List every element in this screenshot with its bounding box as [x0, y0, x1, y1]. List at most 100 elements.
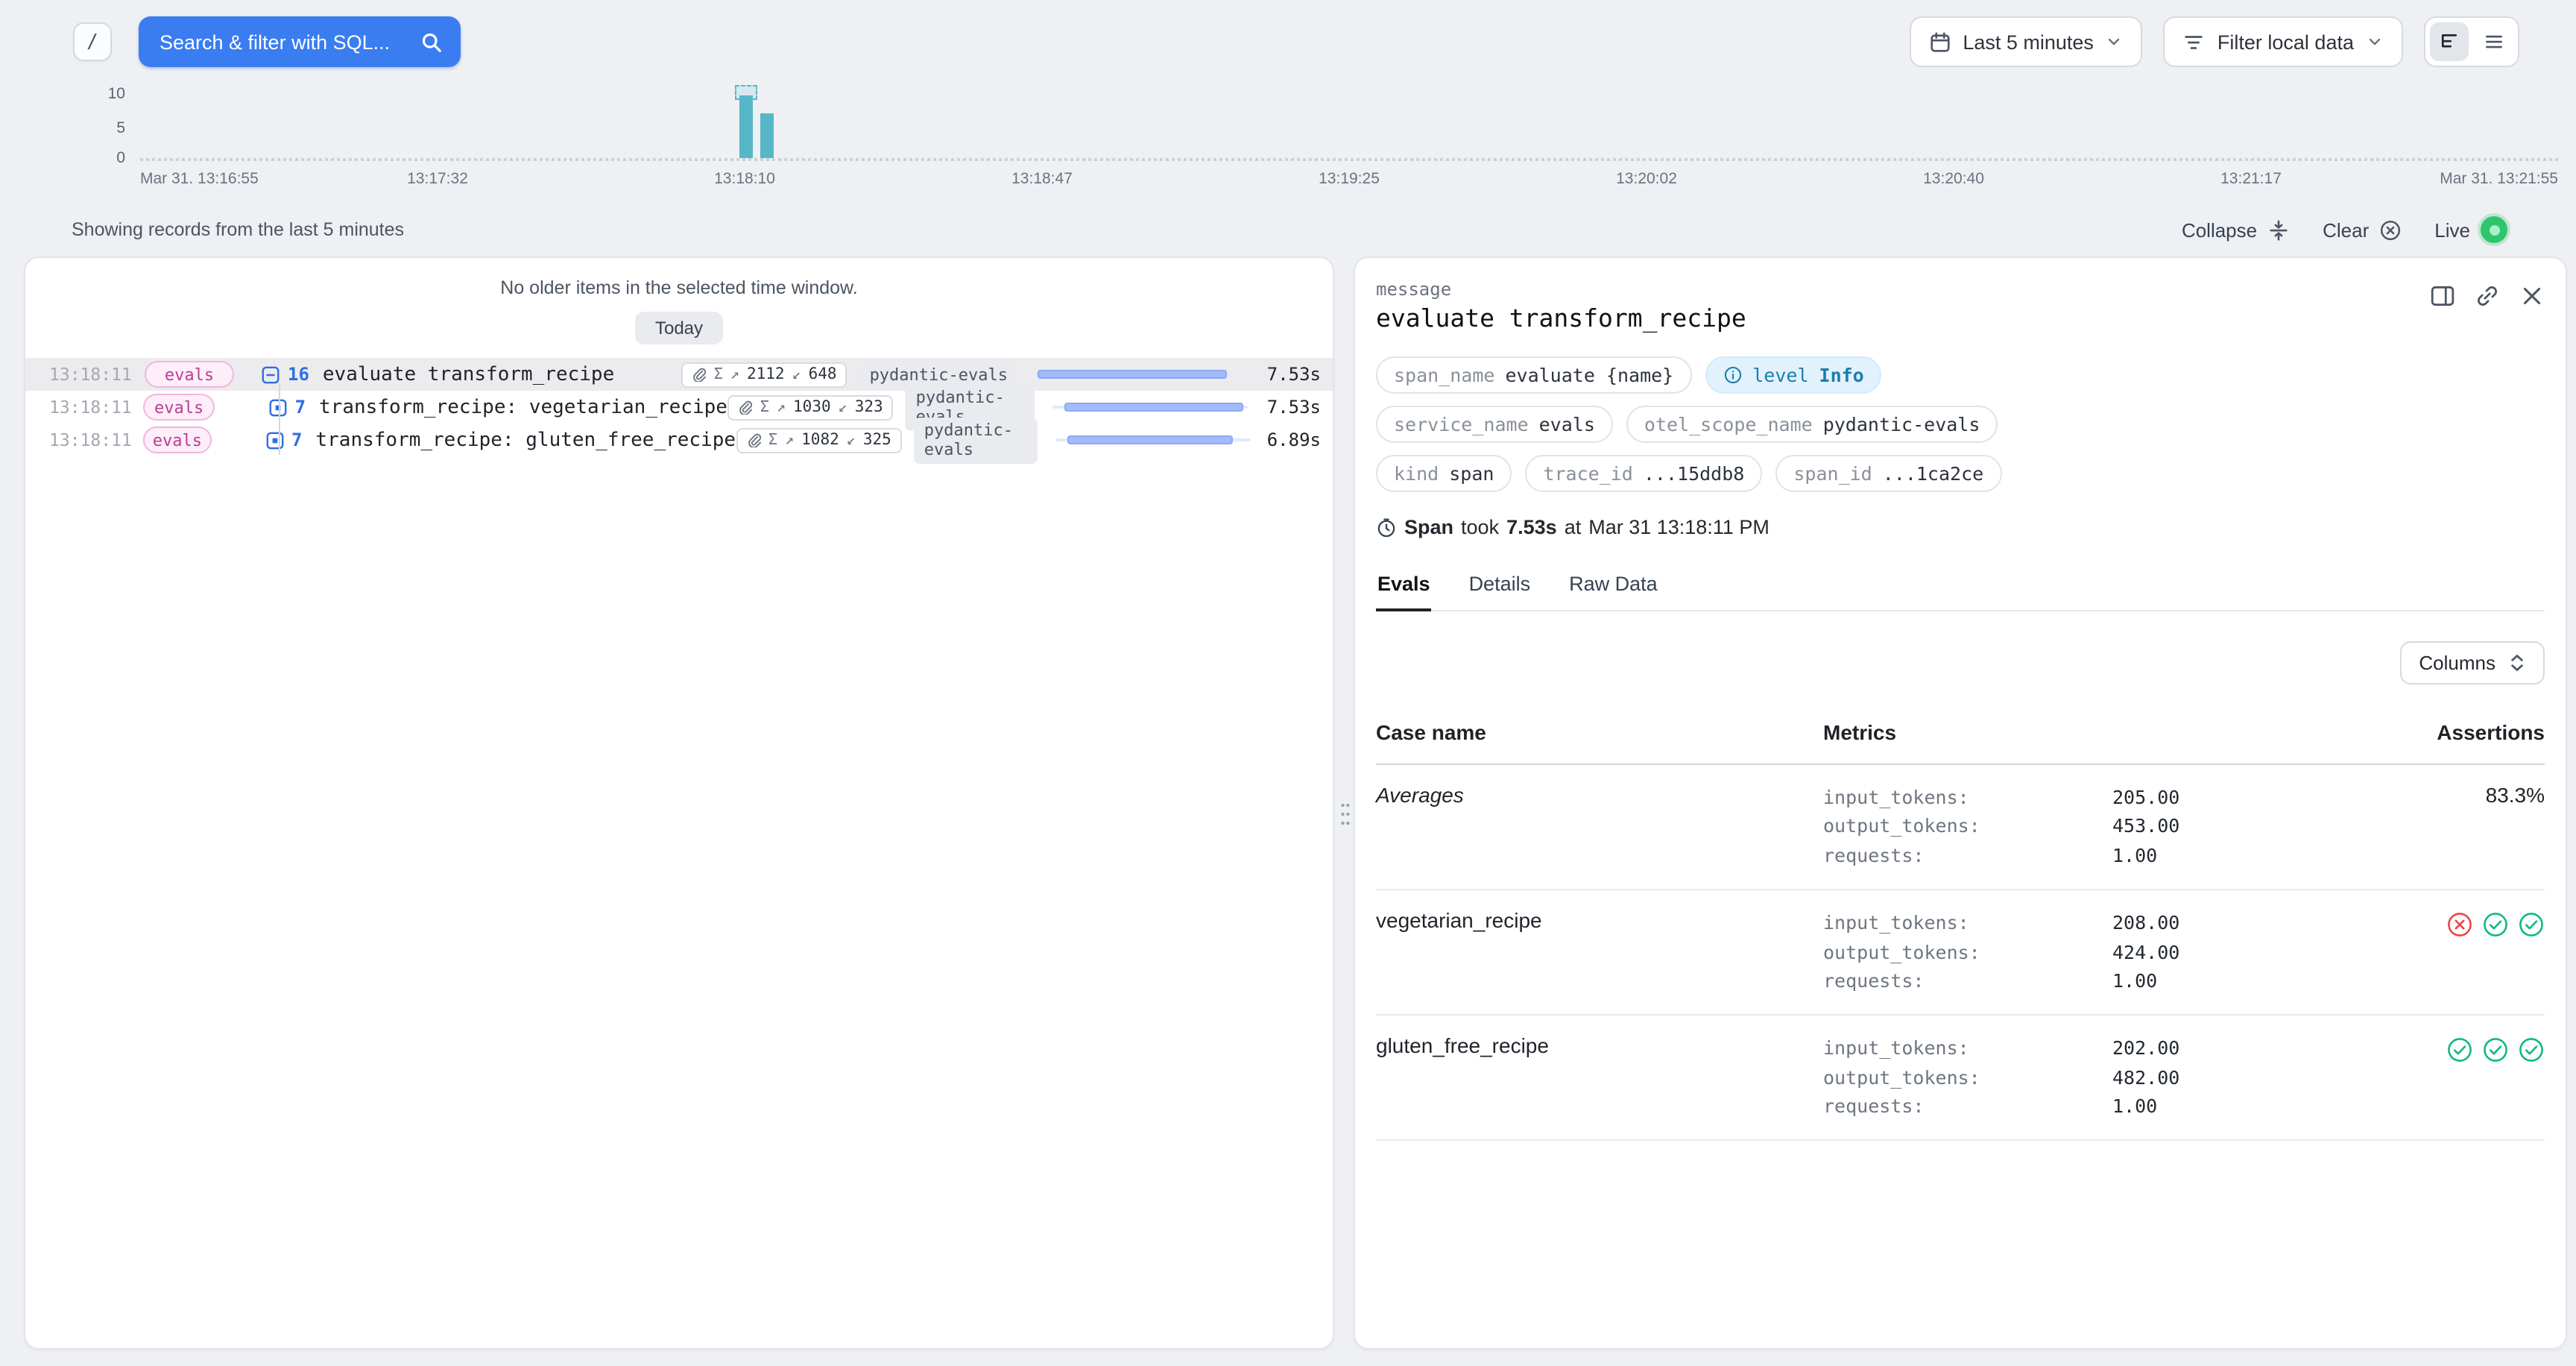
duration-waterfall-bar — [1052, 401, 1248, 413]
duration-text: 7.53s — [1246, 364, 1321, 385]
output-tokens-arrow-icon: ↙ — [847, 432, 856, 448]
table-toolbar: Columns — [1376, 641, 2545, 684]
clear-button[interactable]: Clear — [2323, 218, 2402, 241]
link-icon — [2475, 283, 2500, 309]
assertion-pass-icon[interactable] — [2446, 1037, 2473, 1064]
tab-evals[interactable]: Evals — [1376, 561, 1432, 611]
evals-tag-badge[interactable]: evals — [145, 361, 234, 388]
chip-value: ...1ca2ce — [1883, 462, 1983, 485]
tab-details[interactable]: Details — [1468, 561, 1532, 611]
trace-row-time: 13:18:11 — [49, 364, 133, 385]
copy-link-button[interactable] — [2475, 283, 2500, 309]
list-view-icon — [2484, 31, 2504, 52]
close-detail-button[interactable] — [2519, 283, 2545, 309]
open-in-panel-button[interactable] — [2430, 283, 2455, 309]
trace-row[interactable]: 13:18:11 evals 16 evaluate transform_rec… — [25, 358, 1333, 391]
trace-row[interactable]: 13:18:11 evals 7 transform_recipe: glute… — [25, 424, 1333, 456]
otel-scope-chip[interactable]: pydantic-evals — [859, 361, 1018, 388]
assertion-pass-icon[interactable] — [2518, 911, 2545, 938]
chip-key: otel_scope_name — [1644, 413, 1813, 435]
search-sql-label: Search & filter with SQL... — [160, 31, 390, 53]
service-name-chip[interactable]: service_name evals — [1376, 406, 1613, 443]
live-status-icon — [2481, 216, 2507, 243]
columns-dropdown[interactable]: Columns — [2399, 641, 2545, 684]
histogram-bar[interactable] — [739, 95, 752, 158]
sort-chevrons-icon — [2509, 653, 2525, 673]
case-name: gluten_free_recipe — [1376, 1031, 1549, 1058]
token-usage-chip[interactable]: Σ ↗2112 ↙648 — [681, 362, 847, 387]
duration-text: 6.89s — [1266, 429, 1321, 450]
histogram-plot-area[interactable]: 10 5 0 — [140, 92, 2558, 161]
view-toggle-list-button[interactable] — [2475, 22, 2513, 61]
trace-id-chip[interactable]: trace_id ...15ddb8 — [1525, 455, 1762, 492]
metric-label: requests: — [1823, 966, 2112, 995]
records-histogram[interactable]: 10 5 0 Mar 31. 13:16:55 13:17:32 13:18:1… — [140, 92, 2558, 191]
span-id-chip[interactable]: span_id ...1ca2ce — [1775, 455, 2001, 492]
x-axis-start-label: Mar 31. 13:16:55 — [140, 170, 259, 188]
x-axis-tick: 13:17:32 — [407, 170, 468, 188]
slash-shortcut-button[interactable]: / — [73, 22, 112, 61]
otel-scope-name-chip[interactable]: otel_scope_name pydantic-evals — [1626, 406, 1998, 443]
status-bar-actions: Collapse Clear Live — [2182, 216, 2507, 243]
assertion-pass-icon[interactable] — [2482, 911, 2509, 938]
tree-view-icon — [2439, 31, 2460, 52]
chip-key: kind — [1394, 462, 1439, 485]
token-usage-chip[interactable]: Σ ↗1030 ↙323 — [727, 394, 894, 420]
output-tokens-arrow-icon: ↙ — [839, 399, 847, 415]
table-row[interactable]: gluten_free_recipe input_tokens:202.00 o… — [1376, 1016, 2545, 1141]
output-tokens-value: 648 — [809, 365, 837, 383]
span-duration-summary: Span took 7.53s at Mar 31 13:18:11 PM — [1376, 516, 2545, 538]
chevron-down-icon — [2106, 33, 2124, 51]
took-word: took — [1461, 516, 1499, 538]
span-collapse-toggle[interactable]: 7 — [268, 397, 306, 418]
metric-value: 1.00 — [2112, 966, 2157, 995]
chip-value: evals — [1539, 413, 1595, 435]
input-tokens-value: 2112 — [747, 365, 785, 383]
span-title[interactable]: evaluate transform_recipe — [323, 363, 614, 385]
x-axis-tick: 13:20:02 — [1616, 170, 1677, 188]
span-detail-panel: message evaluate transform_recipe span_n… — [1354, 256, 2567, 1350]
span-name-chip[interactable]: span_name evaluate {name} — [1376, 356, 1691, 394]
evals-tag-badge[interactable]: evals — [144, 427, 211, 453]
time-range-dropdown[interactable]: Last 5 minutes — [1909, 16, 2143, 67]
chip-value: pydantic-evals — [1823, 413, 1980, 435]
topbar: / Search & filter with SQL... Last 5 min… — [0, 0, 2576, 84]
assertion-fail-icon[interactable] — [2446, 911, 2473, 938]
slash-key-label: / — [86, 31, 98, 53]
detail-title: evaluate transform_recipe — [1376, 304, 1746, 333]
span-title[interactable]: transform_recipe: vegetarian_recipe — [319, 396, 727, 418]
x-axis-end-label: Mar 31. 13:21:55 — [2440, 170, 2558, 188]
tab-raw-data[interactable]: Raw Data — [1568, 561, 1659, 611]
view-toggle-group — [2424, 16, 2519, 67]
evals-cases-table: Case name Metrics Assertions Averages in… — [1376, 705, 2545, 1142]
histogram-bar[interactable] — [760, 113, 773, 158]
table-row[interactable]: Averages input_tokens:205.00 output_toke… — [1376, 764, 2545, 890]
output-tokens-value: 323 — [855, 398, 883, 416]
filter-local-data-dropdown[interactable]: Filter local data — [2164, 16, 2403, 67]
metric-value: 202.00 — [2112, 1034, 2179, 1063]
collapse-button[interactable]: Collapse — [2182, 218, 2290, 241]
span-collapse-toggle[interactable]: 16 — [261, 364, 309, 385]
assertion-pass-icon[interactable] — [2518, 1037, 2545, 1064]
attribute-chips: span_name evaluate {name} level Info ser… — [1376, 356, 2545, 492]
kind-chip[interactable]: kind span — [1376, 455, 1512, 492]
trace-row[interactable]: 13:18:11 evals 7 transform_recipe: veget… — [25, 391, 1333, 424]
token-usage-chip[interactable]: Σ ↗1082 ↙325 — [736, 427, 902, 453]
level-info-chip[interactable]: level Info — [1705, 356, 1882, 394]
x-axis: Mar 31. 13:16:55 13:17:32 13:18:10 13:18… — [140, 167, 2558, 191]
otel-scope-chip[interactable]: pydantic-evals — [914, 417, 1038, 463]
filter-icon — [2183, 31, 2206, 53]
span-title[interactable]: transform_recipe: gluten_free_recipe — [316, 429, 736, 451]
chip-value: evaluate {name} — [1505, 364, 1673, 386]
span-collapse-toggle[interactable]: 7 — [265, 429, 302, 450]
table-row[interactable]: vegetarian_recipe input_tokens:208.00 ou… — [1376, 890, 2545, 1015]
day-separator-pill[interactable]: Today — [636, 312, 722, 344]
chip-key: level — [1752, 364, 1808, 386]
evals-tag-badge[interactable]: evals — [144, 394, 215, 421]
live-toggle[interactable]: Live — [2434, 216, 2507, 243]
view-toggle-tree-button[interactable] — [2430, 22, 2469, 61]
panel-resize-handle[interactable] — [1337, 796, 1352, 832]
clear-circle-x-icon — [2379, 218, 2402, 241]
assertion-pass-icon[interactable] — [2482, 1037, 2509, 1064]
search-sql-button[interactable]: Search & filter with SQL... — [139, 16, 461, 67]
